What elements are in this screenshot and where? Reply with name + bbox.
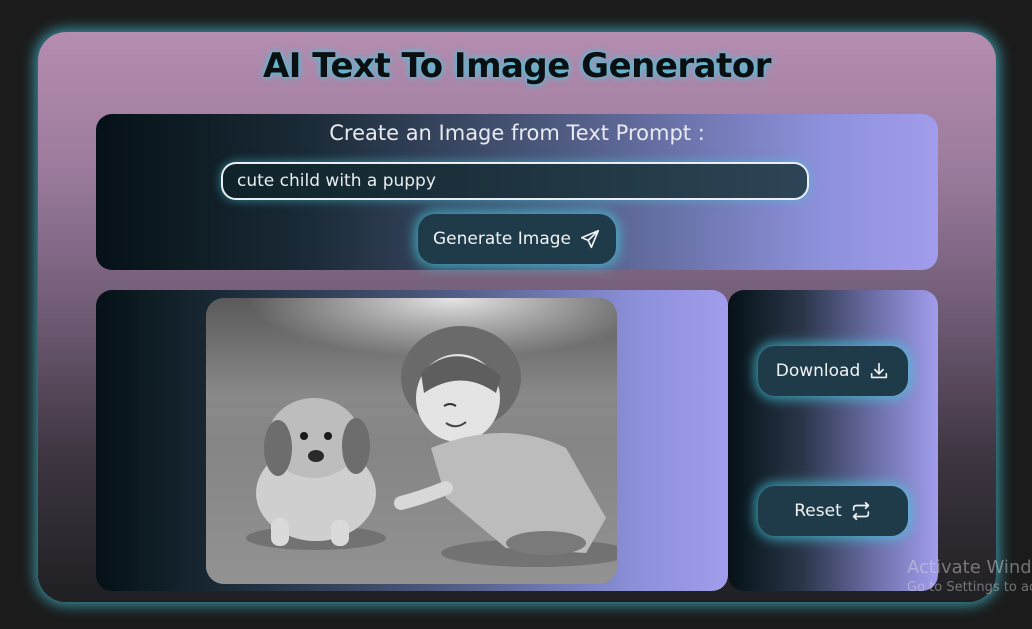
prompt-heading: Create an Image from Text Prompt : — [329, 121, 705, 145]
generated-image — [206, 298, 617, 584]
page-title: AI Text To Image Generator — [262, 46, 772, 86]
download-button[interactable]: Download — [758, 346, 908, 396]
prompt-panel: Create an Image from Text Prompt : Gener… — [96, 114, 938, 270]
watermark-title: Activate Windows — [907, 557, 1032, 578]
generate-image-button[interactable]: Generate Image — [418, 214, 616, 264]
reset-button-label: Reset — [794, 501, 842, 521]
actions-panel: Download Reset — [728, 290, 938, 591]
paper-plane-icon — [580, 229, 600, 249]
reset-button[interactable]: Reset — [758, 486, 908, 536]
download-button-label: Download — [775, 361, 861, 381]
refresh-icon — [852, 501, 869, 521]
app-card: AI Text To Image Generator Create an Ima… — [38, 32, 996, 602]
watermark-subtitle: Go to Settings to activate Windows. — [907, 580, 1032, 595]
image-panel — [96, 290, 728, 591]
activate-windows-watermark: Activate Windows Go to Settings to activ… — [907, 557, 1032, 597]
download-icon — [871, 362, 888, 379]
generate-button-label: Generate Image — [432, 229, 572, 249]
generated-image-art — [206, 298, 617, 584]
prompt-input[interactable] — [221, 162, 809, 200]
